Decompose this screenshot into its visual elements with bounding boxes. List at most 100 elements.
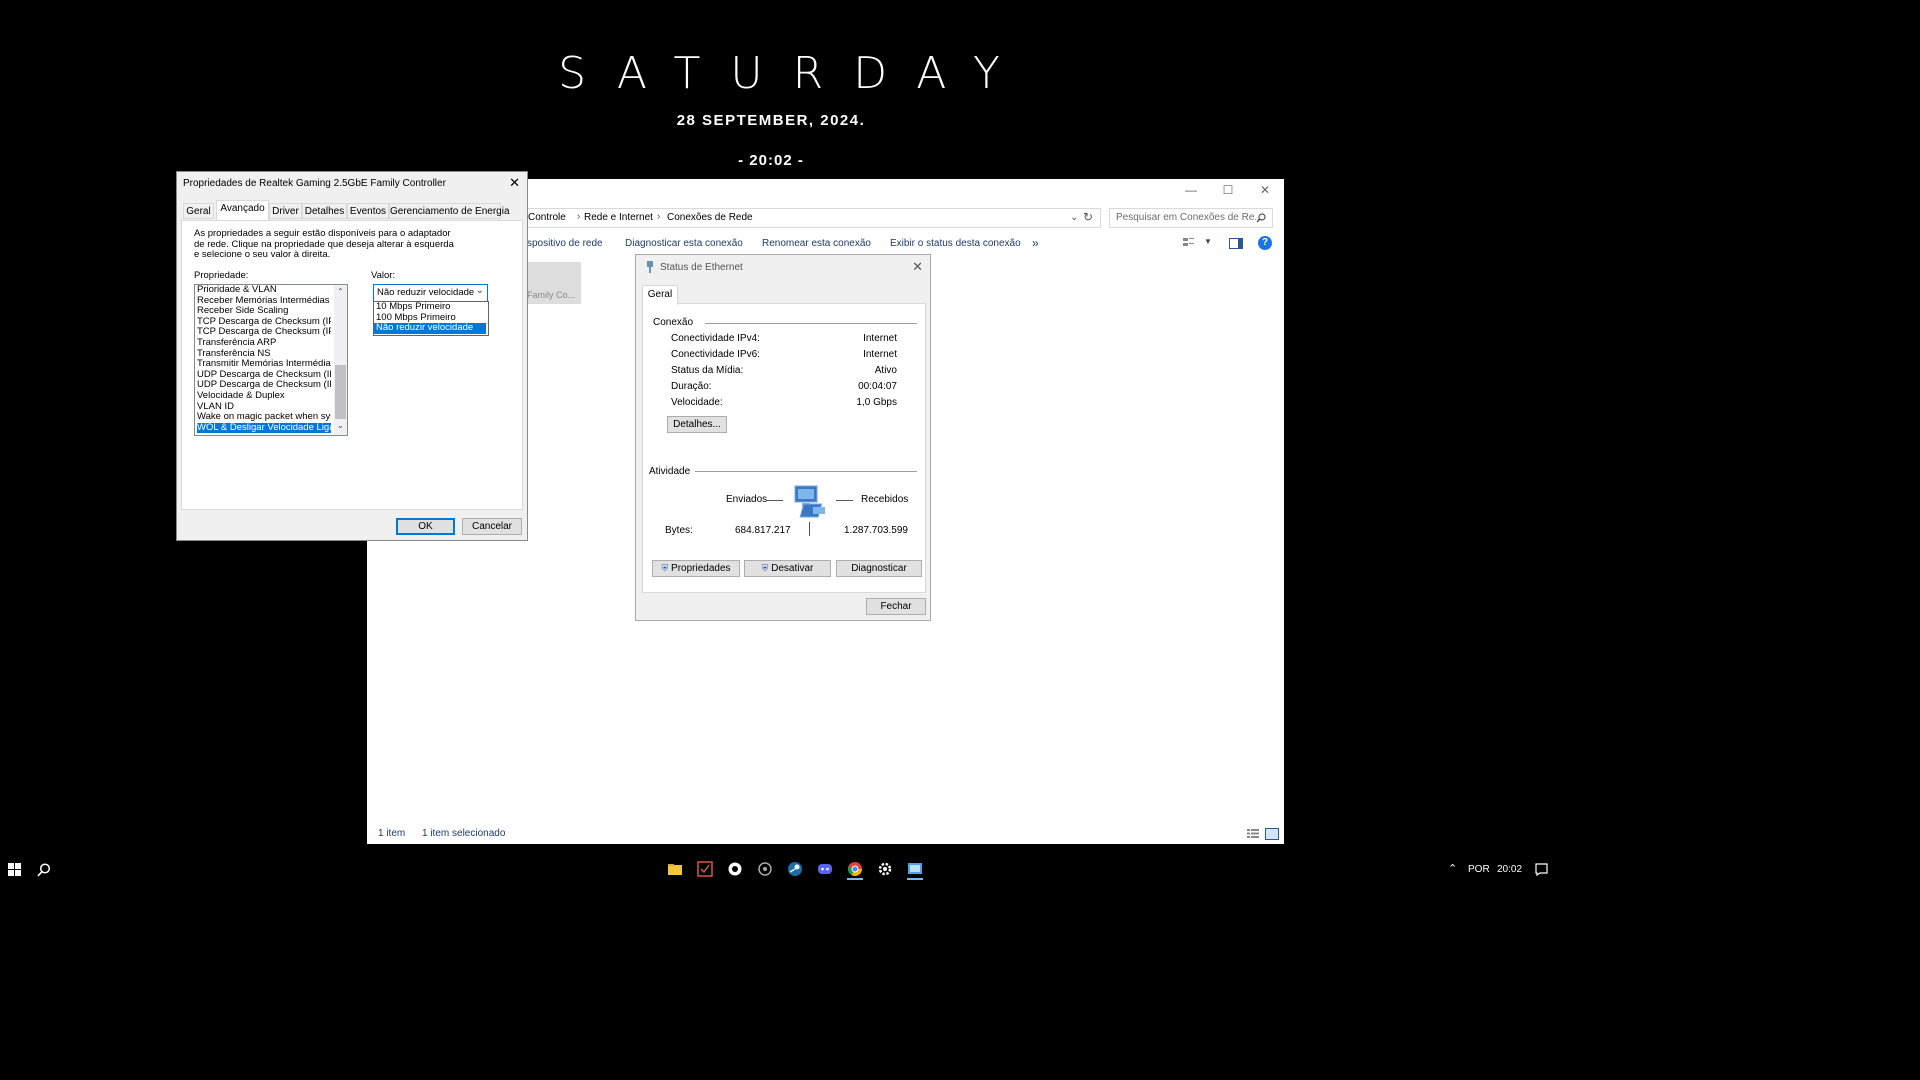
- disable-button[interactable]: ⛨ Desativar: [744, 560, 831, 577]
- notification-icon[interactable]: [1535, 863, 1548, 876]
- close-icon[interactable]: ✕: [509, 175, 520, 191]
- chevron-down-icon: ⌄: [475, 285, 484, 296]
- clock[interactable]: 20:02: [1497, 864, 1522, 875]
- list-item-selected[interactable]: WOL & Desligar Velocidade Ligação: [197, 422, 331, 434]
- minimize-button[interactable]: —: [1172, 179, 1210, 203]
- list-item[interactable]: Receber Side Scaling: [197, 306, 331, 317]
- tab-driver[interactable]: Driver: [269, 203, 302, 219]
- cmd-diagnose-connection[interactable]: Diagnosticar esta conexão: [625, 238, 743, 249]
- dropdown-option-selected[interactable]: Não reduzir velocidade: [374, 322, 486, 334]
- maximize-button[interactable]: ☐: [1209, 179, 1247, 203]
- tab-power-management[interactable]: Gerenciamento de Energia: [389, 203, 510, 219]
- list-item[interactable]: UDP Descarga de Checksum (IPv6: [197, 380, 331, 391]
- close-button[interactable]: ✕: [1246, 179, 1284, 203]
- tab-general[interactable]: Geral: [183, 203, 214, 219]
- list-item[interactable]: Transferência NS: [197, 349, 331, 360]
- breadcrumb-control[interactable]: Controle: [528, 212, 566, 223]
- tab-details[interactable]: Detalhes: [302, 203, 347, 219]
- more-commands-button[interactable]: »: [1032, 236, 1039, 250]
- discord-icon[interactable]: [817, 861, 833, 877]
- list-item[interactable]: UDP Descarga de Checksum (IPv4: [197, 370, 331, 381]
- properties-button[interactable]: ⛨ Propriedades: [652, 560, 740, 577]
- property-label: Propriedade:: [194, 270, 249, 281]
- status-item-count: 1 item: [378, 828, 406, 839]
- language-indicator[interactable]: POR: [1468, 864, 1490, 875]
- close-icon[interactable]: ✕: [912, 259, 923, 275]
- general-panel: Conexão Conectividade IPv4: Internet Con…: [642, 303, 926, 593]
- settings-icon[interactable]: [877, 861, 893, 877]
- list-item[interactable]: Prioridade & VLAN: [197, 285, 331, 296]
- bytes-label: Bytes:: [665, 525, 693, 536]
- chevron-right-icon: ›: [657, 211, 661, 222]
- preview-pane-icon[interactable]: [1229, 238, 1243, 249]
- chevron-up-icon[interactable]: ⌃: [337, 287, 344, 296]
- list-item[interactable]: Velocidade & Duplex: [197, 391, 331, 402]
- advanced-panel: As propriedades a seguir estão disponíve…: [181, 220, 523, 510]
- file-explorer-icon[interactable]: [667, 861, 683, 877]
- control-panel-icon[interactable]: [907, 861, 923, 880]
- widget-date: 28 SEPTEMBER, 2024.: [676, 112, 866, 129]
- list-item[interactable]: Transferência ARP: [197, 338, 331, 349]
- cancel-button[interactable]: Cancelar: [462, 518, 522, 535]
- game-launcher-icon[interactable]: [757, 861, 773, 877]
- windows-start-icon[interactable]: [8, 863, 21, 876]
- scrollbar-thumb[interactable]: [335, 365, 346, 419]
- large-icons-view-icon[interactable]: [1265, 828, 1279, 840]
- media-status-value: Ativo: [874, 365, 897, 376]
- divider: [766, 500, 783, 501]
- chevron-up-icon[interactable]: ⌃: [1448, 862, 1457, 875]
- ipv6-label: Conectividade IPv6:: [671, 349, 760, 360]
- details-view-icon[interactable]: [1247, 829, 1259, 838]
- list-item[interactable]: VLAN ID: [197, 402, 331, 413]
- divider: [695, 471, 917, 472]
- view-options-icon[interactable]: [1182, 236, 1196, 248]
- obs-icon[interactable]: [727, 861, 743, 877]
- breadcrumb-network-internet[interactable]: Rede e Internet: [584, 212, 653, 223]
- list-item[interactable]: TCP Descarga de Checksum (IPv4: [197, 317, 331, 328]
- diagnose-button[interactable]: Diagnosticar: [836, 560, 922, 577]
- list-item[interactable]: Receber Memórias Intermédias: [197, 296, 331, 307]
- duration-value: 00:04:07: [858, 381, 897, 392]
- received-label: Recebidos: [861, 494, 909, 505]
- app-checkmark-icon[interactable]: [697, 861, 713, 877]
- chevron-down-icon[interactable]: ⌄: [1070, 212, 1078, 223]
- chevron-down-icon[interactable]: ▼: [1204, 237, 1212, 246]
- dropdown-option[interactable]: 10 Mbps Primeiro: [374, 301, 486, 313]
- ethernet-icon: [647, 261, 653, 273]
- divider: [809, 522, 810, 536]
- search-input[interactable]: Pesquisar em Conexões de Re...: [1109, 208, 1273, 228]
- shield-icon: ⛨: [661, 563, 669, 573]
- tab-events[interactable]: Eventos: [347, 203, 389, 219]
- ipv4-label: Conectividade IPv4:: [671, 333, 760, 344]
- steam-icon[interactable]: [787, 861, 803, 877]
- refresh-icon[interactable]: ↻: [1083, 210, 1093, 224]
- chevron-down-icon[interactable]: ⌄: [337, 421, 344, 430]
- value-label: Valor:: [371, 270, 396, 281]
- cmd-view-status[interactable]: Exibir o status desta conexão: [890, 238, 1021, 249]
- chrome-icon[interactable]: [847, 861, 863, 880]
- search-icon[interactable]: [37, 863, 51, 877]
- ok-button[interactable]: OK: [396, 518, 455, 535]
- dialog-title: Status de Ethernet: [660, 262, 743, 273]
- list-item[interactable]: Wake on magic packet when syste: [197, 412, 331, 423]
- value-select[interactable]: Não reduzir velocidade ⌄: [373, 284, 488, 302]
- speed-value: 1,0 Gbps: [856, 397, 897, 408]
- property-list[interactable]: Prioridade & VLAN Receber Memórias Inter…: [194, 284, 348, 436]
- scrollbar[interactable]: ⌃ ⌄: [334, 285, 347, 435]
- list-item[interactable]: TCP Descarga de Checksum (IPv6: [197, 327, 331, 338]
- breadcrumb-network-connections[interactable]: Conexões de Rede: [667, 212, 753, 223]
- list-item[interactable]: Transmitir Memórias Intermédias: [197, 359, 331, 370]
- tab-general[interactable]: Geral: [642, 285, 678, 305]
- search-icon: [1256, 213, 1266, 223]
- tab-advanced[interactable]: Avançado: [216, 200, 269, 220]
- cmd-rename-connection[interactable]: Renomear esta conexão: [762, 238, 871, 249]
- close-dialog-button[interactable]: Fechar: [866, 598, 926, 615]
- media-status-label: Status da Mídia:: [671, 365, 744, 376]
- details-button[interactable]: Detalhes...: [667, 416, 727, 433]
- network-adapter-item[interactable]: Family Co...: [527, 262, 581, 304]
- cmd-network-device[interactable]: spositivo de rede: [527, 238, 603, 249]
- address-bar[interactable]: Controle › Rede e Internet › Conexões de…: [519, 208, 1101, 228]
- ethernet-status-dialog: Status de Ethernet ✕ Geral Conexão Conec…: [635, 254, 931, 621]
- widget-time: - 20:02 -: [738, 152, 804, 169]
- help-icon[interactable]: ?: [1258, 236, 1272, 250]
